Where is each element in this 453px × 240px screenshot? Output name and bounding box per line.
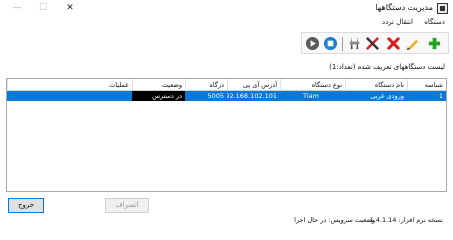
column-header[interactable]: نام دستگاه: [345, 79, 407, 91]
device-list-title: لیست دستگاههای تعریف شده (تعداد:1): [329, 63, 445, 71]
column-header[interactable]: عملیات: [7, 79, 132, 91]
column-header[interactable]: وضعیت: [132, 79, 185, 91]
settings-icon[interactable]: [347, 36, 362, 51]
play-icon[interactable]: [305, 36, 320, 51]
add-icon[interactable]: [427, 36, 442, 51]
minimize-button[interactable]: —: [5, 0, 29, 16]
column-header[interactable]: شناسه: [407, 79, 446, 91]
maximize-button[interactable]: ☐: [31, 0, 55, 16]
stop-icon[interactable]: [323, 36, 338, 51]
edit-icon[interactable]: [405, 36, 420, 51]
service-status: وضعیت سرویس: در حال اجرا: [294, 216, 375, 224]
table-header: شناسه نام دستگاه نوع دستگاه آدرس آی پی د…: [7, 79, 446, 91]
exit-button[interactable]: خروج: [8, 198, 44, 213]
status-cell: در دسترس: [132, 91, 185, 101]
column-header[interactable]: نوع دستگاه: [280, 79, 345, 91]
close-button[interactable]: ✕: [58, 0, 82, 16]
status-bar: نسخه نرم افزار: 1.4.1.14 وضعیت سرویس: در…: [0, 216, 453, 226]
menu-transfer-attendance[interactable]: انتقال تردد: [382, 18, 413, 26]
toolbar-separator: [342, 37, 343, 51]
device-type-cell: Tiam: [303, 92, 319, 100]
table-row[interactable]: 1 ورودی غربی Tiam 192.168.102.101 5005 د…: [7, 91, 446, 101]
column-header[interactable]: آدرس آی پی: [227, 79, 280, 91]
window-title: مدیریت دستگاهها: [375, 3, 433, 12]
operations-cell[interactable]: [7, 91, 132, 101]
delete-icon[interactable]: [386, 36, 401, 51]
device-table: شناسه نام دستگاه نوع دستگاه آدرس آی پی د…: [6, 78, 447, 192]
tools-icon[interactable]: [365, 36, 380, 51]
ip-address-cell: 192.168.102.101: [227, 92, 277, 100]
title-bar: مدیریت دستگاهها — ☐ ✕: [0, 0, 453, 17]
app-version: نسخه نرم افزار: 1.4.1.14: [369, 216, 443, 224]
menu-device[interactable]: دستگاه: [424, 18, 445, 26]
device-name-cell: ورودی غربی: [370, 92, 404, 100]
cancel-button[interactable]: انصراف: [105, 198, 149, 213]
column-header[interactable]: درگاه: [185, 79, 227, 91]
toolbar: [301, 32, 449, 54]
device-id-cell: 1: [438, 92, 443, 100]
port-cell: 5005: [207, 92, 224, 100]
menu-bar: دستگاه انتقال تردد: [0, 17, 453, 29]
app-icon: [437, 3, 448, 14]
